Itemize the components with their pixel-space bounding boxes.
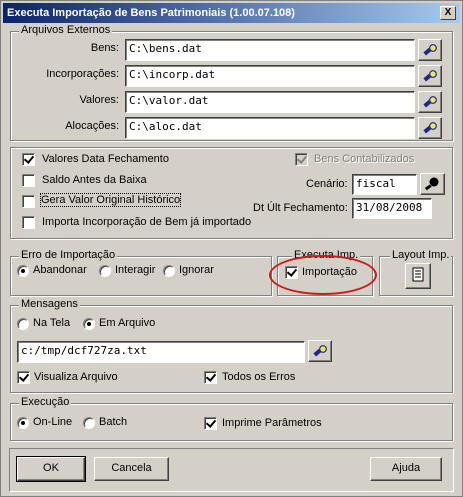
close-button[interactable]: X: [440, 6, 456, 20]
mensagens-label: Mensagens: [19, 298, 80, 310]
todos-erros-label: Todos os Erros: [222, 371, 296, 383]
valores-data-fechamento-label: Valores Data Fechamento: [42, 153, 169, 165]
interagir-label: Interagir: [115, 264, 156, 276]
imprime-parametros-label: Imprime Parâmetros: [222, 417, 322, 429]
arquivos-externos-label: Arquivos Externos: [19, 24, 113, 36]
dt-fechamento-label: Dt Últ Fechamento:: [253, 202, 348, 214]
cenario-input[interactable]: fiscal: [352, 174, 417, 195]
bens-contabilizados-label: Bens Contabilizados: [314, 153, 415, 165]
imprime-parametros-checkbox[interactable]: [204, 417, 217, 430]
saldo-antes-baixa-label: Saldo Antes da Baixa: [42, 174, 147, 186]
document-icon: [412, 267, 424, 282]
arquivo-mensagens-browse-button[interactable]: [308, 340, 332, 362]
arquivo-mensagens-input[interactable]: c:/tmp/dcf727za.txt: [17, 341, 305, 363]
saldo-antes-baixa-checkbox[interactable]: [22, 174, 35, 187]
ok-button[interactable]: OK: [16, 456, 86, 482]
window-title: Executa Importação de Bens Patrimoniais …: [7, 7, 295, 19]
visualiza-arquivo-checkbox[interactable]: [17, 371, 30, 384]
em-arquivo-label: Em Arquivo: [99, 317, 156, 329]
flashlight-icon: [423, 70, 437, 82]
erro-importacao-label: Erro de Importação: [19, 249, 118, 261]
na-tela-radio[interactable]: [17, 318, 29, 330]
batch-radio[interactable]: [83, 417, 95, 429]
ignorar-label: Ignorar: [179, 264, 214, 276]
ignorar-radio[interactable]: [163, 265, 175, 277]
execucao-label: Execução: [19, 396, 72, 408]
visualiza-arquivo-label: Visualiza Arquivo: [34, 371, 118, 383]
na-tela-label: Na Tela: [33, 317, 71, 329]
alocacoes-input[interactable]: C:\aloc.dat: [125, 117, 415, 139]
cancela-button[interactable]: Cancela: [94, 457, 169, 481]
bens-contabilizados-checkbox[interactable]: [295, 153, 308, 166]
layout-imp-label: Layout Imp.: [390, 249, 452, 261]
importa-incorporacao-label: Importa Incorporação de Bem já importado: [42, 216, 252, 228]
incorporacoes-browse-button[interactable]: [418, 65, 442, 87]
interagir-radio[interactable]: [99, 265, 111, 277]
importa-incorporacao-checkbox[interactable]: [22, 216, 35, 229]
flashlight-icon: [423, 44, 437, 56]
cenario-search-button[interactable]: [420, 173, 445, 195]
incorporacoes-input[interactable]: C:\incorp.dat: [125, 65, 415, 87]
valores-input[interactable]: C:\valor.dat: [125, 91, 415, 113]
close-icon: X: [444, 7, 452, 18]
title-bar: Executa Importação de Bens Patrimoniais …: [3, 3, 460, 23]
gera-valor-original-checkbox[interactable]: [22, 195, 35, 208]
incorporacoes-label: Incorporações:: [46, 68, 119, 80]
import-dialog: Executa Importação de Bens Patrimoniais …: [0, 0, 463, 497]
bens-label: Bens:: [90, 42, 119, 54]
highlight-ellipse: [269, 255, 377, 295]
layout-imp-button[interactable]: [405, 263, 431, 289]
flashlight-icon: [423, 122, 437, 134]
online-radio[interactable]: [17, 417, 29, 429]
bens-browse-button[interactable]: [418, 39, 442, 61]
gera-valor-original-label: Gera Valor Original Histórico: [39, 193, 182, 207]
erro-importacao-group: Erro de Importação: [10, 249, 272, 296]
cenario-label: Cenário:: [306, 178, 348, 190]
bens-input[interactable]: C:\bens.dat: [125, 39, 415, 61]
flashlight-icon: [313, 345, 327, 357]
valores-data-fechamento-checkbox[interactable]: [22, 153, 35, 166]
valores-browse-button[interactable]: [418, 91, 442, 113]
abandonar-label: Abandonar: [33, 264, 87, 276]
ajuda-button[interactable]: Ajuda: [370, 457, 442, 481]
todos-erros-checkbox[interactable]: [204, 371, 217, 384]
flashlight-icon: [423, 96, 437, 108]
abandonar-radio[interactable]: [17, 265, 29, 277]
magnifier-icon: [424, 177, 439, 191]
alocacoes-browse-button[interactable]: [418, 117, 442, 139]
valores-label: Valores:: [79, 94, 119, 106]
batch-label: Batch: [99, 416, 128, 428]
online-label: On-Line: [33, 416, 73, 428]
alocacoes-label: Alocações:: [65, 120, 119, 132]
em-arquivo-radio[interactable]: [83, 318, 95, 330]
dt-fechamento-input[interactable]: 31/08/2008: [352, 198, 432, 219]
